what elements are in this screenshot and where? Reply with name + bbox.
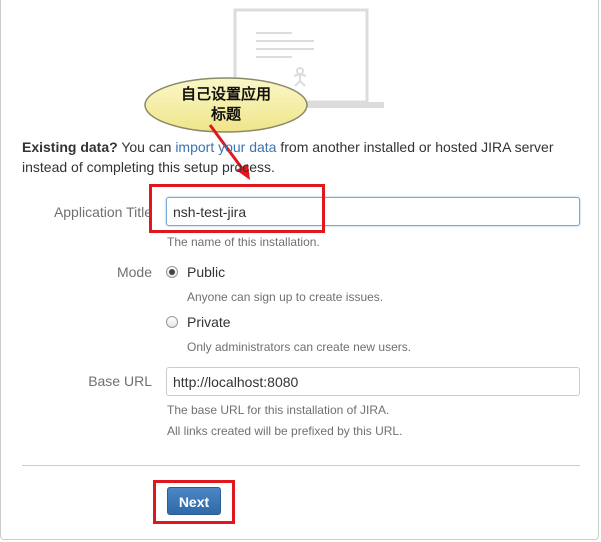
base-url-hint: The base URL for this installation of JI… [167, 403, 390, 417]
next-button[interactable]: Next [167, 487, 221, 515]
existing-data-text-1: You can [117, 139, 176, 155]
application-title-input[interactable] [166, 197, 580, 226]
mode-private-radio[interactable] [166, 316, 178, 328]
mode-label: Mode [116, 264, 152, 280]
application-title-label: Application Title [53, 204, 152, 220]
base-url-hint-2: All links created will be prefixed by th… [167, 424, 403, 438]
import-data-link[interactable]: import your data [175, 139, 276, 155]
mode-public-hint: Anyone can sign up to create issues. [187, 290, 384, 304]
application-title-hint: The name of this installation. [167, 235, 320, 249]
mode-public-radio[interactable] [166, 266, 178, 278]
existing-data-notice: Existing data? You can import your data … [22, 137, 582, 177]
form-divider [22, 465, 580, 466]
existing-data-lead: Existing data? [22, 139, 118, 155]
base-url-input[interactable] [166, 367, 580, 396]
mode-private-label: Private [187, 314, 231, 330]
mode-public-label: Public [187, 264, 226, 280]
callout-text: 自己设置应用 标题 [180, 85, 271, 123]
mode-private-hint: Only administrators can create new users… [187, 340, 412, 354]
base-url-label: Base URL [88, 373, 152, 389]
mode-private-option[interactable]: Private [166, 313, 231, 331]
mode-public-option[interactable]: Public [166, 263, 225, 281]
